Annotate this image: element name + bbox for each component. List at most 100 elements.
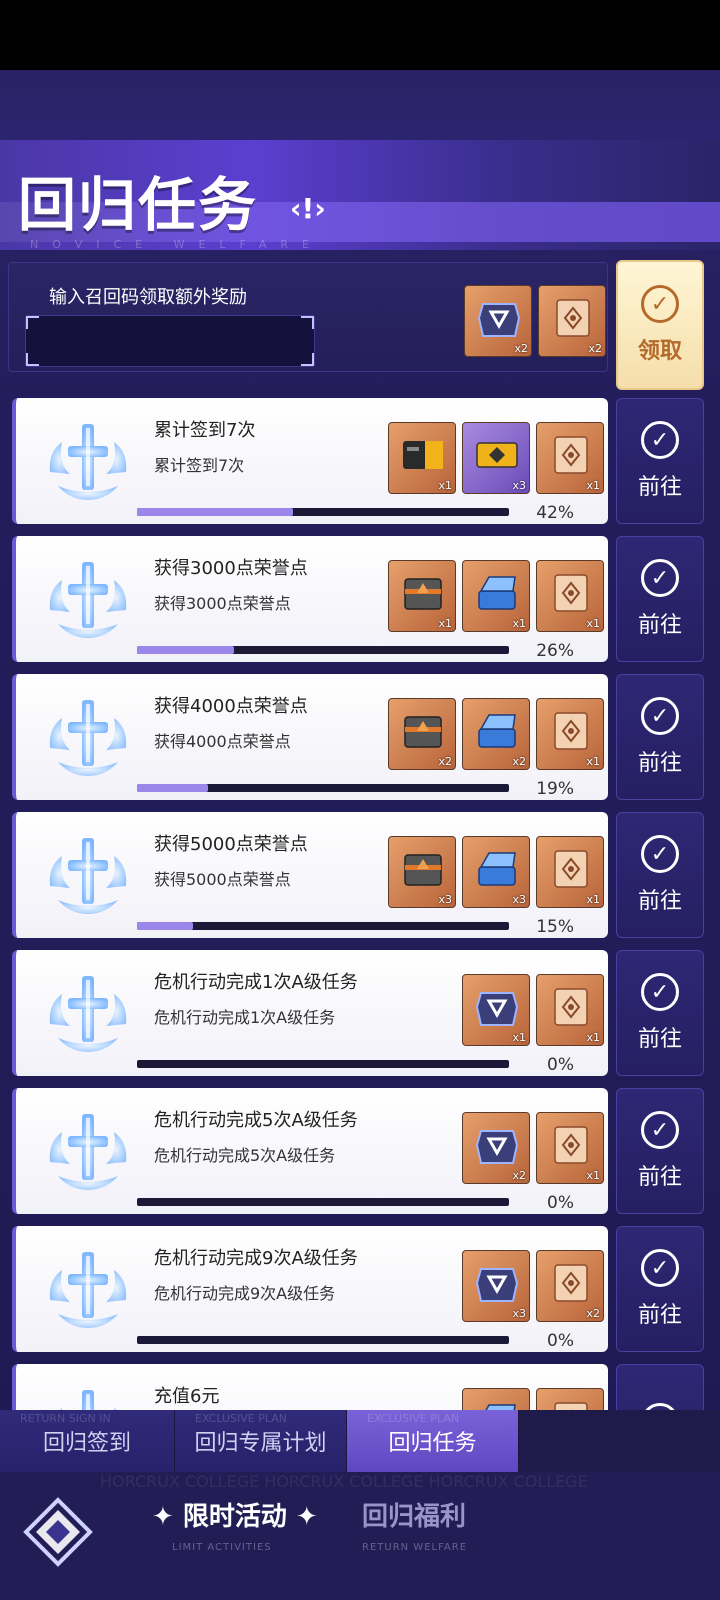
task-reward-crisis-emblem-icon[interactable]: x2 xyxy=(462,1112,530,1184)
go-button[interactable]: ✓ 前往 xyxy=(616,536,704,662)
invite-code-input[interactable] xyxy=(25,315,315,367)
check-circle-icon: ✓ xyxy=(641,421,679,459)
reward-qty: x2 xyxy=(586,1307,600,1320)
go-label: 前往 xyxy=(637,889,682,914)
reward-qty: x2 xyxy=(438,755,452,768)
go-button[interactable]: ✓ 前往 xyxy=(616,1088,704,1214)
go-button[interactable]: ✓ 前往 xyxy=(616,1226,704,1352)
reward-qty: x3 xyxy=(438,893,452,906)
reward-qty: x3 xyxy=(512,479,526,492)
reward-qty: x2 xyxy=(512,1169,526,1182)
go-label: 前往 xyxy=(637,1027,682,1052)
page-title: 回归任务 xyxy=(18,171,259,239)
crisis-emblem-icon xyxy=(475,1261,519,1305)
task-card: 累计签到7次 累计签到7次 42% x1 x3 x1 xyxy=(12,398,608,524)
app-logo-icon[interactable] xyxy=(22,1496,94,1568)
check-circle-icon: ✓ xyxy=(641,835,679,873)
invite-reward-crisis-emblem-icon[interactable]: x2 xyxy=(464,285,532,357)
reward-qty: x2 xyxy=(512,755,526,768)
go-label: 前往 xyxy=(637,751,682,776)
progress-bar xyxy=(137,1198,509,1206)
tab-ghost-text: RETURN SIGN IN xyxy=(20,1412,111,1425)
scroll-ticket-icon xyxy=(549,847,593,891)
reward-qty: x1 xyxy=(586,893,600,906)
task-title: 危机行动完成5次A级任务 xyxy=(154,1110,358,1131)
task-reward-supply-crate-icon[interactable]: x1 xyxy=(388,560,456,632)
footer-tab-sub: RETURN WELFARE xyxy=(362,1542,468,1553)
task-reward-blue-case-icon[interactable]: x3 xyxy=(462,836,530,908)
claim-button[interactable]: ✓ 领取 xyxy=(616,260,704,390)
progress-bar xyxy=(137,922,509,930)
blue-case-icon xyxy=(475,709,519,753)
footer-tab-return-welfare[interactable]: 回归福利 xyxy=(362,1496,466,1533)
task-reward-scroll-ticket-icon[interactable]: x1 xyxy=(536,974,604,1046)
card-black-icon xyxy=(401,433,445,477)
footer-nav: HORCRUX COLLEGE HORCRUX COLLEGE HORCRUX … xyxy=(0,1472,720,1600)
check-circle-icon: ✓ xyxy=(641,1111,679,1149)
tab-ghost-text: EXCLUSIVE PLAN xyxy=(367,1412,459,1425)
invite-reward-scroll-ticket-icon[interactable]: x2 xyxy=(538,285,606,357)
go-button[interactable]: ✓ 前往 xyxy=(616,812,704,938)
scroll-ticket-icon xyxy=(549,571,593,615)
progress-bar xyxy=(137,646,509,654)
task-title: 累计签到7次 xyxy=(154,420,256,441)
go-button[interactable]: ✓ 前往 xyxy=(616,674,704,800)
tab-return-tasks[interactable]: EXCLUSIVE PLAN 回归任务 xyxy=(347,1410,519,1472)
blue-case-icon xyxy=(475,847,519,891)
claim-label: 领取 xyxy=(637,339,682,364)
task-reward-blue-case-icon[interactable]: x1 xyxy=(462,560,530,632)
cross-emblem-icon xyxy=(40,826,136,922)
reward-qty: x2 xyxy=(588,342,602,355)
supply-crate-icon xyxy=(401,709,445,753)
cross-emblem-icon xyxy=(40,550,136,646)
task-reward-scroll-ticket-icon[interactable]: x1 xyxy=(536,560,604,632)
task-reward-supply-crate-icon[interactable]: x2 xyxy=(388,698,456,770)
check-circle-icon: ✓ xyxy=(641,285,679,323)
task-reward-card-gold-icon[interactable]: x3 xyxy=(462,422,530,494)
task-reward-crisis-emblem-icon[interactable]: x1 xyxy=(462,974,530,1046)
tab-exclusive-plan[interactable]: EXCLUSIVE PLAN 回归专属计划 xyxy=(175,1410,347,1472)
go-button[interactable]: ✓ 前往 xyxy=(616,950,704,1076)
task-reward-scroll-ticket-icon[interactable]: x2 xyxy=(536,1250,604,1322)
scroll-ticket-icon xyxy=(549,709,593,753)
task-description: 获得3000点荣誉点 xyxy=(154,594,291,613)
progress-percent: 26% xyxy=(536,641,574,661)
task-description: 获得5000点荣誉点 xyxy=(154,870,291,889)
tab-return-signin[interactable]: RETURN SIGN IN 回归签到 xyxy=(0,1410,175,1472)
task-reward-supply-crate-icon[interactable]: x3 xyxy=(388,836,456,908)
progress-bar xyxy=(137,1060,509,1068)
task-reward-blue-case-icon[interactable]: x2 xyxy=(462,698,530,770)
go-label: 前往 xyxy=(637,1165,682,1190)
task-card: 危机行动完成1次A级任务 危机行动完成1次A级任务 0% x1 x1 xyxy=(12,950,608,1076)
task-reward-scroll-ticket-icon[interactable]: x1 xyxy=(536,422,604,494)
check-circle-icon: ✓ xyxy=(641,559,679,597)
scroll-ticket-icon xyxy=(549,985,593,1029)
cross-emblem-icon xyxy=(40,1102,136,1198)
tab-ghost-text: EXCLUSIVE PLAN xyxy=(195,1412,287,1425)
task-description: 危机行动完成1次A级任务 xyxy=(154,1008,336,1027)
task-reward-scroll-ticket-icon[interactable]: x1 xyxy=(536,698,604,770)
task-reward-scroll-ticket-icon[interactable]: x1 xyxy=(536,1112,604,1184)
reward-qty: x1 xyxy=(586,755,600,768)
header-subtitle: NOVICE WELFARE xyxy=(30,238,323,251)
footer-tab-limited-events[interactable]: ✦ 限时活动 ✦ xyxy=(152,1496,318,1533)
progress-percent: 42% xyxy=(536,503,574,523)
tab-label: 回归任务 xyxy=(388,1431,477,1456)
footer-ghost-text: HORCRUX COLLEGE HORCRUX COLLEGE HORCRUX … xyxy=(100,1472,588,1491)
go-button[interactable]: ✓ 前往 xyxy=(616,398,704,524)
reward-qty: x1 xyxy=(512,1031,526,1044)
reward-qty: x1 xyxy=(438,617,452,630)
task-card: 危机行动完成5次A级任务 危机行动完成5次A级任务 0% x2 x1 xyxy=(12,1088,608,1214)
task-reward-card-black-icon[interactable]: x1 xyxy=(388,422,456,494)
footer-tab-sub: LIMIT ACTIVITIES xyxy=(172,1542,272,1553)
check-circle-icon: ✓ xyxy=(641,973,679,1011)
go-label: 前往 xyxy=(637,613,682,638)
check-circle-icon: ✓ xyxy=(641,1249,679,1287)
tab-label: 回归专属计划 xyxy=(194,1431,327,1456)
reward-qty: x1 xyxy=(586,479,600,492)
blue-case-icon xyxy=(475,571,519,615)
task-reward-scroll-ticket-icon[interactable]: x1 xyxy=(536,836,604,908)
invite-label: 输入召回码领取额外奖励 xyxy=(49,287,247,308)
task-reward-crisis-emblem-icon[interactable]: x3 xyxy=(462,1250,530,1322)
progress-percent: 19% xyxy=(536,779,574,799)
